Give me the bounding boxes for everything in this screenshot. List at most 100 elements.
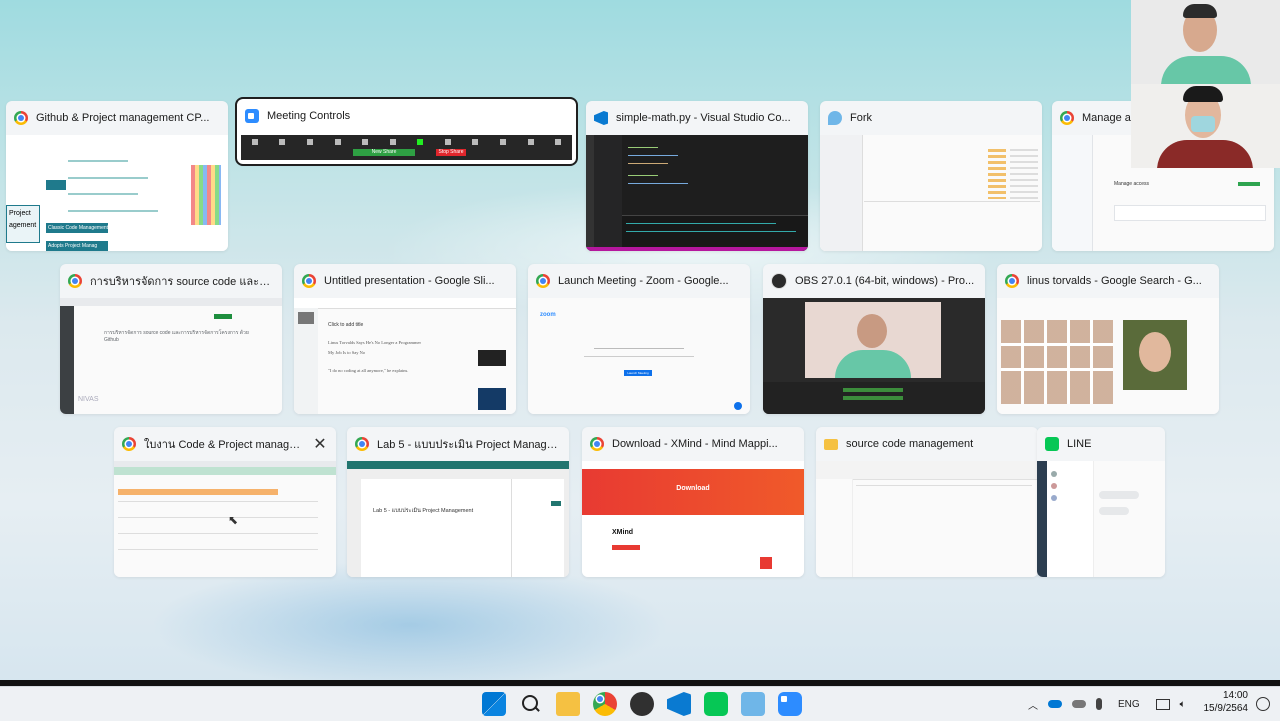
window-thumbnail: ⬉ — [114, 461, 336, 577]
vscode-icon[interactable] — [667, 692, 691, 716]
page-heading: การบริหารจัดการ source code และการบริหาร… — [104, 330, 249, 343]
mouse-cursor-icon: ⬉ — [228, 513, 239, 527]
clock-date: 15/9/2564 — [1203, 703, 1249, 714]
cloud-icon[interactable] — [1072, 700, 1086, 708]
form-title: Lab 5 - แบบประเมิน Project Management — [373, 508, 474, 514]
clock[interactable]: 14:00 15/9/2564 — [1204, 689, 1249, 715]
window-thumbnail: Project agement Classic Code Management … — [6, 135, 228, 251]
display-icon[interactable] — [1155, 698, 1170, 710]
zoom-icon[interactable] — [778, 692, 802, 716]
folder-icon — [824, 438, 838, 450]
stop-share-label: Stop Share — [436, 149, 466, 156]
window-thumbnail: การบริหารจัดการ source code และการบริหาร… — [60, 298, 282, 414]
chrome-icon — [1005, 274, 1019, 288]
download-heading: Download — [676, 485, 710, 492]
vscode-icon — [594, 111, 608, 125]
clock-time: 14:00 — [1222, 690, 1248, 701]
window-thumbnail — [816, 461, 1038, 577]
chrome-icon — [68, 274, 82, 288]
windows-start-icon[interactable] — [482, 692, 506, 716]
background-glow — [150, 560, 670, 690]
fork-icon — [828, 111, 842, 125]
window-thumbnail: New Share Stop Share — [241, 135, 572, 160]
window-tile-linus-search[interactable]: linus torvalds - Google Search - G... — [997, 264, 1219, 414]
window-thumbnail: Click to add title Linus Torvalds Says H… — [294, 298, 516, 414]
window-tile-meeting-controls[interactable]: Meeting Controls New Share Stop Share — [235, 97, 578, 166]
window-title: Meeting Controls — [267, 110, 351, 122]
window-title: Download - XMind - Mind Mappi... — [612, 438, 778, 450]
chrome-icon — [122, 437, 136, 451]
window-title: Github & Project management CP... — [36, 112, 210, 124]
chrome-icon — [14, 111, 28, 125]
window-thumbnail — [997, 298, 1219, 414]
window-tile-fork[interactable]: Fork — [820, 101, 1042, 251]
window-tile-github-project[interactable]: Github & Project management CP... Projec… — [6, 101, 228, 251]
window-title: LINE — [1067, 438, 1092, 450]
new-share-label: New Share — [353, 149, 415, 156]
webcam-feed — [1131, 0, 1280, 84]
chevron-up-icon[interactable]: ︿ — [1028, 697, 1038, 712]
window-tile-obs[interactable]: OBS 27.0.1 (64-bit, windows) - Pro... — [763, 264, 985, 414]
chrome-icon — [1060, 111, 1074, 125]
window-title: linus torvalds - Google Search - G... — [1027, 275, 1202, 287]
window-title: OBS 27.0.1 (64-bit, windows) - Pro... — [795, 275, 975, 287]
webcam-feed — [1131, 84, 1280, 168]
manage-access-heading: Manage access — [1114, 181, 1150, 187]
launch-meeting-button: Launch Meeting — [624, 370, 652, 376]
window-title: simple-math.py - Visual Studio Co... — [616, 112, 791, 124]
search-icon[interactable] — [519, 692, 543, 716]
slide-text: My Job Is to Say No — [328, 350, 366, 355]
mind-node-label: agement — [9, 222, 37, 229]
line-icon[interactable] — [704, 692, 728, 716]
line-icon — [1045, 437, 1059, 451]
watermark: NIVAS — [78, 396, 99, 403]
microphone-icon[interactable] — [1096, 698, 1102, 710]
window-title: Lab 5 - แบบประเมิน Project Manage... — [377, 439, 561, 451]
mind-node-label: Project — [9, 210, 31, 217]
window-tile-google-slides[interactable]: Untitled presentation - Google Sli... Cl… — [294, 264, 516, 414]
window-thumbnail: zoom Launch Meeting — [528, 298, 750, 414]
onedrive-icon[interactable] — [1048, 700, 1062, 708]
chrome-icon — [536, 274, 550, 288]
zoom-logo: zoom — [540, 312, 556, 318]
obs-icon — [771, 273, 787, 289]
search-result-photo — [1139, 332, 1171, 372]
window-tile-source-code-folder[interactable]: source code management — [816, 427, 1038, 577]
speaker-icon[interactable]: 🔈︎ — [1180, 699, 1186, 710]
window-thumbnail — [586, 135, 808, 251]
window-tile-lab5-form[interactable]: Lab 5 - แบบประเมิน Project Manage... Lab… — [347, 427, 569, 577]
window-thumbnail — [1037, 461, 1165, 577]
window-tile-vscode[interactable]: simple-math.py - Visual Studio Co... — [586, 101, 808, 251]
window-thumbnail — [820, 135, 1042, 251]
chrome-icon[interactable] — [593, 692, 617, 716]
zoom-icon — [245, 109, 259, 123]
window-tile-zoom-launch[interactable]: Launch Meeting - Zoom - Google... zoom L… — [528, 264, 750, 414]
taskbar: ︿ ENG 🔈︎ 14:00 15/9/2564 — [0, 686, 1280, 721]
slide-text: "I do no coding at all anymore," he expl… — [328, 368, 409, 373]
close-icon[interactable]: ✕ — [312, 434, 328, 454]
window-title: Launch Meeting - Zoom - Google... — [558, 275, 729, 287]
window-title: source code management — [846, 438, 974, 450]
notifications-icon[interactable] — [1256, 697, 1270, 711]
mind-node: Classic Code Management — [46, 223, 108, 233]
language-indicator[interactable]: ENG — [1118, 699, 1140, 710]
chrome-icon — [590, 437, 604, 451]
window-title: Untitled presentation - Google Sli... — [324, 275, 495, 287]
xmind-logo: XMind — [612, 529, 633, 536]
window-thumbnail: Lab 5 - แบบประเมิน Project Management — [347, 461, 569, 577]
chrome-icon — [355, 437, 369, 451]
window-thumbnail — [763, 298, 985, 414]
webcam-person — [857, 314, 887, 348]
chrome-icon — [302, 274, 316, 288]
obs-icon[interactable] — [630, 692, 654, 716]
file-explorer-icon[interactable] — [556, 692, 580, 716]
fork-icon[interactable] — [741, 692, 765, 716]
slide-placeholder: Click to add title — [328, 322, 364, 328]
mind-node: Adopts Project Manag — [46, 241, 108, 251]
window-tile-thai-worksheet[interactable]: ใบงาน Code & Project manageme... ✕ ⬉ — [114, 427, 336, 577]
window-tile-line[interactable]: LINE — [1037, 427, 1165, 577]
slide-text: Linus Torvalds Says He's No Longer a Pro… — [328, 340, 422, 345]
window-tile-thai-source-code[interactable]: การบริหารจัดการ source code และการ... กา… — [60, 264, 282, 414]
window-title: ใบงาน Code & Project manageme... — [144, 439, 304, 451]
window-tile-xmind[interactable]: Download - XMind - Mind Mappi... Downloa… — [582, 427, 804, 577]
